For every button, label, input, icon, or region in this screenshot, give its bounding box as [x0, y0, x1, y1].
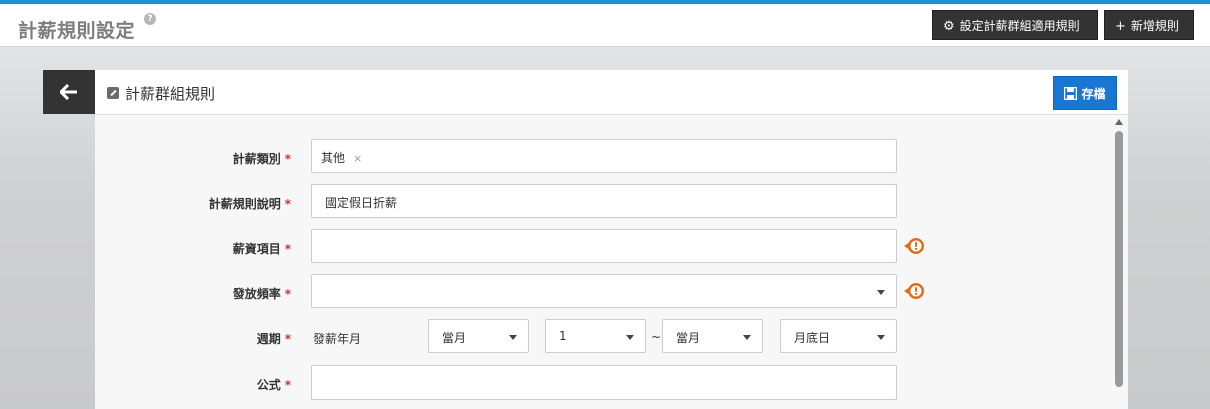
period-start-day-select[interactable]: 1 [545, 319, 646, 353]
scrollbar[interactable] [1114, 117, 1124, 409]
formula-label-text: 公式 [256, 378, 281, 392]
period-label: 週期 * [131, 330, 291, 347]
save-button[interactable]: 存檔 [1053, 76, 1117, 110]
scroll-thumb[interactable] [1115, 131, 1123, 387]
formula-input[interactable] [311, 365, 897, 400]
warning-icon [904, 283, 924, 299]
required-marker: * [284, 287, 291, 301]
required-marker: * [284, 152, 291, 166]
page-header: 計薪規則設定 ? ⚙ 設定計薪群組適用規則 + 新增規則 [0, 4, 1210, 47]
rule-form-card: 計薪群組規則 存檔 計薪類別 * 其他 × 計薪規則說明 * 國定假日折薪 薪資項目 * [95, 70, 1128, 409]
required-marker: * [284, 332, 291, 346]
chevron-down-icon [626, 335, 634, 340]
formula-label: 公式 * [131, 376, 291, 393]
pay-month-text: 發薪年月 [313, 332, 362, 346]
warning-icon [904, 238, 924, 254]
period-end-day-select[interactable]: 月底日 [780, 319, 897, 353]
page-title: 計薪規則設定 [18, 20, 136, 42]
period-label-text: 週期 [256, 332, 281, 346]
remove-tag-icon[interactable]: × [353, 152, 362, 165]
description-label: 計薪規則說明 * [131, 195, 291, 212]
chevron-down-icon [743, 335, 751, 340]
save-label: 存檔 [1081, 86, 1106, 101]
description-label-text: 計薪規則說明 [208, 197, 281, 211]
gear-icon: ⚙ [943, 19, 955, 34]
back-button[interactable] [43, 70, 95, 114]
end-month-value: 當月 [676, 331, 701, 345]
category-tag: 其他 × [321, 149, 362, 166]
scroll-up-arrow-icon[interactable] [1115, 119, 1123, 125]
range-separator: ~ [651, 330, 662, 344]
salary-item-input[interactable] [311, 229, 897, 263]
salary-item-label-text: 薪資項目 [232, 242, 281, 256]
chevron-down-icon [509, 335, 517, 340]
category-multiselect[interactable]: 其他 × [311, 139, 897, 173]
salary-item-label: 薪資項目 * [131, 240, 291, 257]
arrow-left-icon [60, 84, 77, 100]
description-value: 國定假日折薪 [325, 196, 398, 210]
period-start-month-select[interactable]: 當月 [428, 319, 529, 353]
required-marker: * [284, 242, 291, 256]
frequency-label: 發放頻率 * [131, 285, 291, 302]
new-rule-label: 新增規則 [1130, 19, 1179, 33]
card-header: 計薪群組規則 存檔 [95, 70, 1128, 115]
category-label: 計薪類別 * [131, 150, 291, 167]
start-month-value: 當月 [442, 331, 467, 345]
frequency-select[interactable] [311, 274, 897, 308]
apply-rules-label: 設定計薪群組適用規則 [959, 19, 1080, 33]
new-rule-button[interactable]: + 新增規則 [1104, 10, 1194, 40]
question-circle-icon[interactable]: ? [144, 13, 156, 25]
required-marker: * [284, 378, 291, 392]
frequency-label-text: 發放頻率 [232, 287, 281, 301]
edit-icon [107, 87, 119, 99]
floppy-disk-icon [1064, 86, 1078, 100]
chevron-down-icon [877, 335, 885, 340]
category-tag-text: 其他 [321, 151, 346, 165]
period-end-month-select[interactable]: 當月 [662, 319, 763, 353]
plus-icon: + [1115, 19, 1126, 34]
start-day-value: 1 [559, 329, 567, 343]
chevron-down-icon [877, 290, 885, 295]
required-marker: * [284, 197, 291, 211]
description-input[interactable]: 國定假日折薪 [311, 184, 897, 218]
category-label-text: 計薪類別 [232, 152, 281, 166]
apply-rules-button[interactable]: ⚙ 設定計薪群組適用規則 [932, 10, 1098, 40]
end-day-value: 月底日 [794, 331, 831, 345]
card-title: 計薪群組規則 [125, 85, 216, 103]
